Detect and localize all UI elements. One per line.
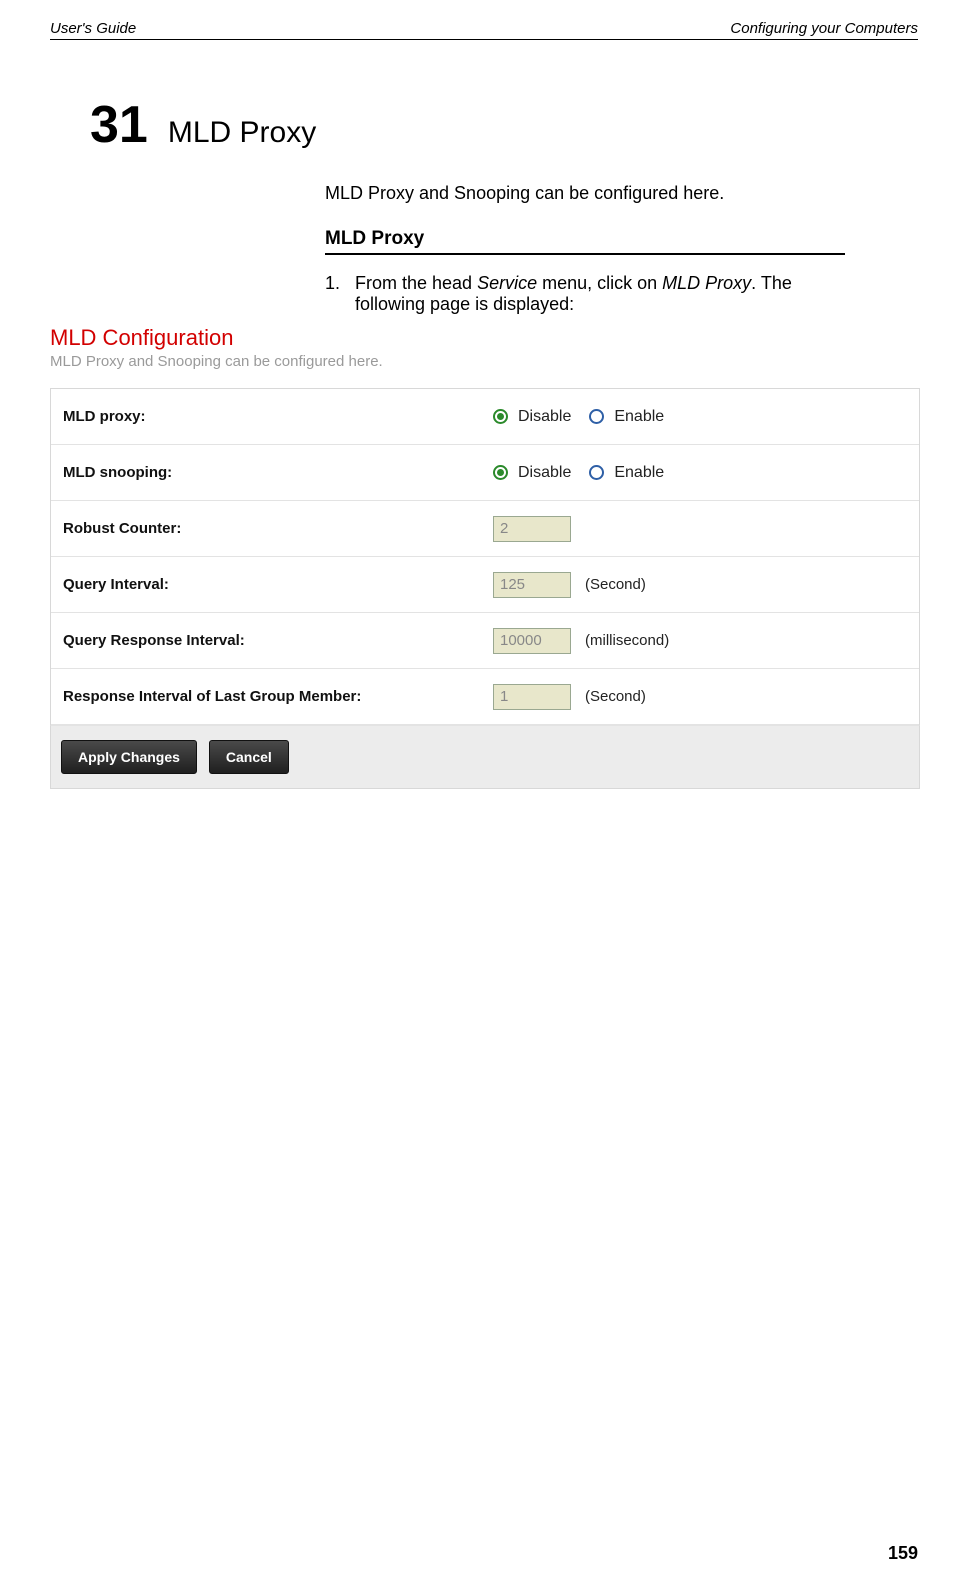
- row-mld-snooping: MLD snooping: Disable Enable: [51, 445, 919, 501]
- input-robust-counter[interactable]: [493, 516, 571, 542]
- unit-query-interval: (Second): [585, 576, 646, 593]
- label-mld-proxy: MLD proxy:: [63, 408, 493, 425]
- input-query-interval[interactable]: [493, 572, 571, 598]
- section-heading: MLD Proxy: [325, 228, 845, 255]
- chapter-title: MLD Proxy: [168, 116, 316, 150]
- button-bar: Apply Changes Cancel: [50, 725, 920, 789]
- label-robust-counter: Robust Counter:: [63, 520, 493, 537]
- header-left: User's Guide: [50, 20, 136, 37]
- step-number: 1.: [325, 273, 355, 315]
- radio-selected-icon[interactable]: [493, 409, 508, 424]
- step-text: From the head Service menu, click on MLD…: [355, 273, 845, 315]
- radio-selected-icon[interactable]: [493, 465, 508, 480]
- radio-label-disable: Disable: [518, 464, 571, 482]
- label-query-response-interval: Query Response Interval:: [63, 632, 493, 649]
- row-mld-proxy: MLD proxy: Disable Enable: [51, 389, 919, 445]
- row-query-interval: Query Interval: (Second): [51, 557, 919, 613]
- cancel-button[interactable]: Cancel: [209, 740, 289, 774]
- header-right: Configuring your Computers: [730, 20, 918, 37]
- row-last-member-interval: Response Interval of Last Group Member: …: [51, 669, 919, 725]
- chapter-heading: 31 MLD Proxy: [90, 95, 918, 155]
- input-query-response-interval[interactable]: [493, 628, 571, 654]
- page-header: User's Guide Configuring your Computers: [50, 20, 918, 40]
- config-subtitle: MLD Proxy and Snooping can be configured…: [50, 353, 920, 370]
- label-mld-snooping: MLD snooping:: [63, 464, 493, 481]
- config-form: MLD proxy: Disable Enable MLD snooping: …: [50, 388, 920, 725]
- step-1: 1. From the head Service menu, click on …: [325, 273, 845, 315]
- radio-unselected-icon[interactable]: [589, 465, 604, 480]
- label-last-member-interval: Response Interval of Last Group Member:: [63, 688, 493, 705]
- chapter-number: 31: [90, 95, 148, 155]
- row-query-response-interval: Query Response Interval: (millisecond): [51, 613, 919, 669]
- label-query-interval: Query Interval:: [63, 576, 493, 593]
- embedded-screenshot: MLD Configuration MLD Proxy and Snooping…: [50, 325, 920, 789]
- config-title: MLD Configuration: [50, 325, 920, 353]
- radio-label-enable: Enable: [614, 464, 664, 482]
- apply-changes-button[interactable]: Apply Changes: [61, 740, 197, 774]
- intro-text: MLD Proxy and Snooping can be configured…: [325, 183, 918, 204]
- radio-label-enable: Enable: [614, 408, 664, 426]
- radio-unselected-icon[interactable]: [589, 409, 604, 424]
- radio-label-disable: Disable: [518, 408, 571, 426]
- unit-last-member-interval: (Second): [585, 688, 646, 705]
- unit-query-response-interval: (millisecond): [585, 632, 669, 649]
- row-robust-counter: Robust Counter:: [51, 501, 919, 557]
- input-last-member-interval[interactable]: [493, 684, 571, 710]
- page-number: 159: [888, 1543, 918, 1564]
